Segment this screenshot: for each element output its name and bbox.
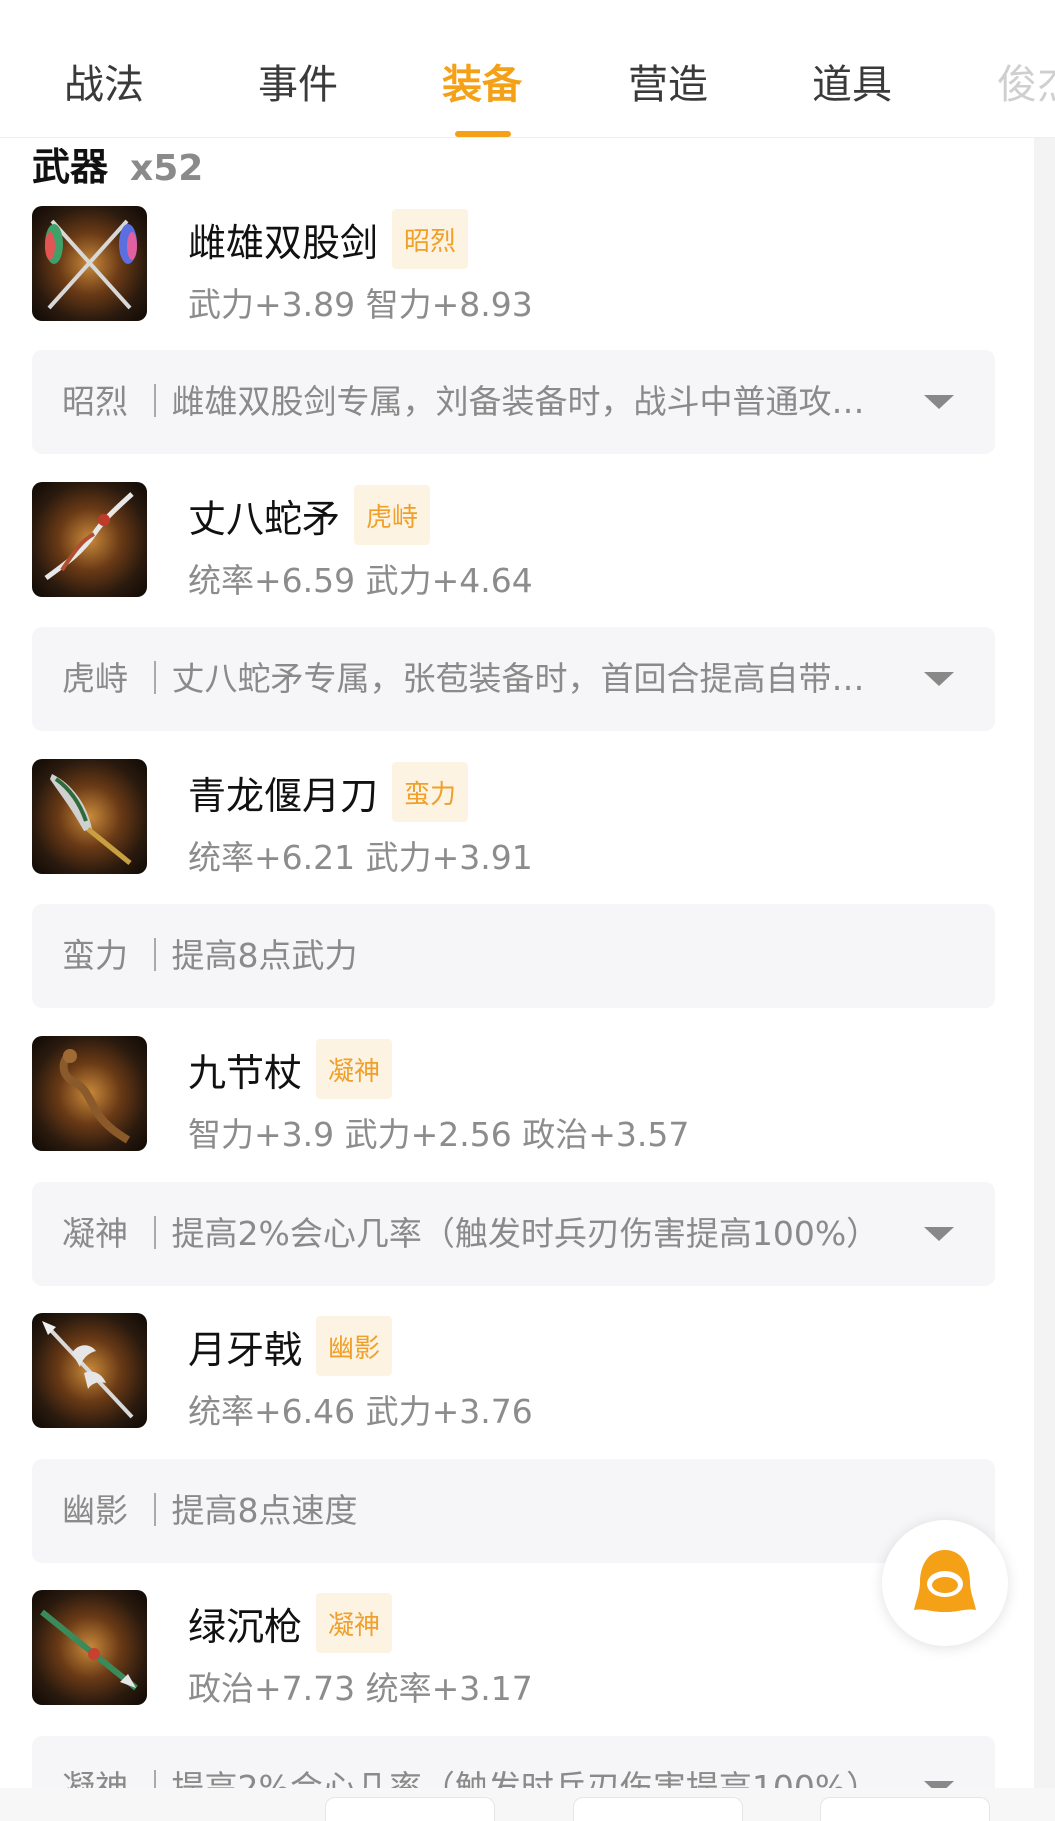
bottom-bar-item[interactable]: [820, 1797, 990, 1821]
tab-events[interactable]: 事件: [258, 52, 338, 110]
item-name: 月牙戟: [188, 1327, 303, 1372]
top-tab-bar: 战法 事件 装备 营造 道具 俊杰: [0, 0, 1055, 138]
assistant-icon: [914, 1550, 976, 1612]
equipment-item[interactable]: 青龙偃月刀 蛮力 统率+6.21 武力+3.91: [32, 759, 992, 877]
skill-description-text: 幽影 ｜提高8点速度: [62, 1491, 358, 1530]
serpent-spear-icon: [32, 482, 147, 597]
tab-construction[interactable]: 营造: [628, 52, 708, 110]
tab-tactics[interactable]: 战法: [64, 52, 144, 110]
item-name: 九节杖: [188, 1050, 303, 1095]
bottom-bar-item[interactable]: [325, 1797, 495, 1821]
expand-caret-icon[interactable]: [924, 395, 954, 409]
twin-swords-icon: [32, 206, 147, 321]
skill-tag: 凝神: [316, 1593, 393, 1653]
skill-description[interactable]: 昭烈 ｜雌雄双股剑专属，刘备装备时，战斗中普通攻…: [32, 350, 995, 454]
item-stats: 政治+7.73 统率+3.17: [188, 1669, 533, 1708]
equipment-item[interactable]: 雌雄双股剑 昭烈 武力+3.89 智力+8.93: [32, 206, 992, 324]
expand-caret-icon[interactable]: [924, 1227, 954, 1241]
halberd-icon: [32, 1313, 147, 1428]
equipment-item[interactable]: 丈八蛇矛 虎峙 统率+6.59 武力+4.64: [32, 482, 992, 600]
skill-description[interactable]: 幽影 ｜提高8点速度: [32, 1459, 995, 1563]
skill-description[interactable]: 凝神 ｜提高2%会心几率（触发时兵刃伤害提高100%）: [32, 1182, 995, 1286]
skill-description-text: 虎峙 ｜丈八蛇矛专属，张苞装备时，首回合提高自带…: [62, 659, 865, 698]
skill-tag: 虎峙: [354, 485, 431, 545]
green-spear-icon: [32, 1590, 147, 1705]
skill-description-text: 昭烈 ｜雌雄双股剑专属，刘备装备时，战斗中普通攻…: [62, 382, 865, 421]
item-name: 雌雄双股剑: [188, 220, 379, 265]
tab-heroes[interactable]: 俊杰: [997, 52, 1055, 110]
skill-description[interactable]: 虎峙 ｜丈八蛇矛专属，张苞装备时，首回合提高自带…: [32, 627, 995, 731]
skill-description[interactable]: 蛮力 ｜提高8点武力: [32, 904, 995, 1008]
bottom-bar-item[interactable]: [573, 1797, 743, 1821]
item-name: 青龙偃月刀: [188, 773, 379, 818]
section-count: x52: [130, 148, 204, 189]
active-tab-indicator: [455, 131, 511, 137]
staff-icon: [32, 1036, 147, 1151]
equipment-item[interactable]: 月牙戟 幽影 统率+6.46 武力+3.76: [32, 1313, 992, 1431]
skill-description-text: 凝神 ｜提高2%会心几率（触发时兵刃伤害提高100%）: [62, 1214, 880, 1253]
section-title: 武器: [32, 145, 109, 189]
scrollbar-track[interactable]: [1034, 138, 1055, 1788]
expand-caret-icon[interactable]: [924, 672, 954, 686]
skill-tag: 凝神: [316, 1039, 393, 1099]
item-stats: 统率+6.46 武力+3.76: [188, 1392, 533, 1431]
item-stats: 武力+3.89 智力+8.93: [188, 285, 533, 324]
item-name: 绿沉枪: [188, 1604, 303, 1649]
item-stats: 统率+6.21 武力+3.91: [188, 838, 533, 877]
equipment-item[interactable]: 九节杖 凝神 智力+3.9 武力+2.56 政治+3.57: [32, 1036, 992, 1154]
item-stats: 统率+6.59 武力+4.64: [188, 561, 533, 600]
skill-description-text: 蛮力 ｜提高8点武力: [62, 936, 358, 975]
skill-tag: 昭烈: [392, 209, 469, 269]
tab-equipment[interactable]: 装备: [442, 52, 522, 110]
tab-items[interactable]: 道具: [812, 52, 892, 110]
item-stats: 智力+3.9 武力+2.56 政治+3.57: [188, 1115, 690, 1154]
section-header: 武器 x52: [32, 136, 203, 189]
floating-assistant-button[interactable]: [882, 1520, 1008, 1646]
item-name: 丈八蛇矛: [188, 496, 341, 541]
glaive-icon: [32, 759, 147, 874]
skill-tag: 幽影: [316, 1316, 393, 1376]
skill-tag: 蛮力: [392, 762, 469, 822]
equipment-item[interactable]: 绿沉枪 凝神 政治+7.73 统率+3.17: [32, 1590, 992, 1708]
